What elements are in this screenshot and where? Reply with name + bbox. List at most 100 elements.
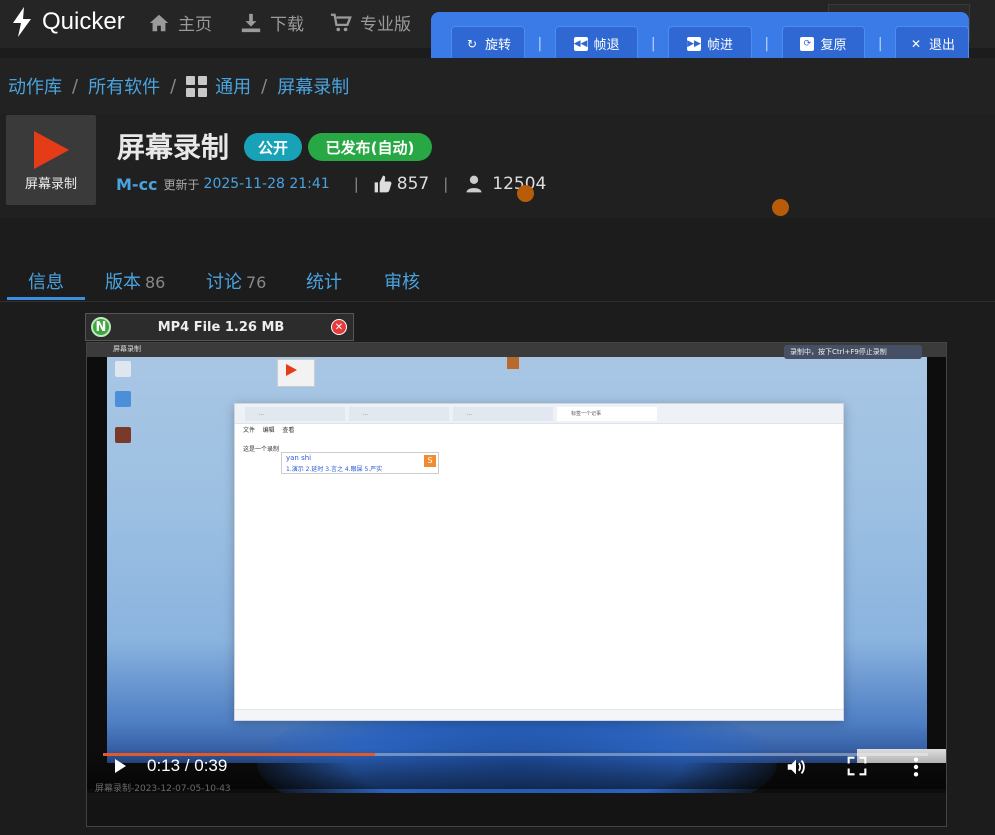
toolbar-separator: | xyxy=(764,35,770,52)
action-header: 屏幕录制 屏幕录制 公开 已发布(自动) M-cc 更新于 2025-11-28… xyxy=(0,114,995,218)
likes-count: 857 xyxy=(396,174,430,194)
tab-stats-label: 统计 xyxy=(306,272,342,293)
brand-logo-link[interactable]: Quicker xyxy=(10,6,125,38)
cart-icon xyxy=(330,13,352,31)
nav-download[interactable]: 下载 xyxy=(240,10,304,35)
author-link[interactable]: M-cc xyxy=(116,175,158,194)
ime-candidate-box: yan shi 1.演示 2.延时 3.言之 4.眼屎 5.严实 S xyxy=(281,452,439,474)
frame-back-label: 帧退 xyxy=(593,38,620,53)
more-options-icon[interactable] xyxy=(909,756,923,778)
breadcrumb-separator: / xyxy=(170,75,177,97)
notepad-menu-item: 查看 xyxy=(282,427,295,434)
reset-label: 复原 xyxy=(820,38,847,53)
nav-home[interactable]: 主页 xyxy=(148,10,212,35)
breadcrumb-general[interactable]: 通用 xyxy=(215,73,251,99)
brand-name: Quicker xyxy=(42,8,125,35)
desktop-icon xyxy=(115,427,131,443)
fast-forward-icon: ▶▶ xyxy=(686,36,701,51)
tab-stats[interactable]: 统计 xyxy=(306,268,342,294)
video-player[interactable]: … … … 标签一个记事 文件 编辑 查看 这是一个录制 yan shi 1.演… xyxy=(86,342,947,827)
tab-info-label: 信息 xyxy=(28,272,64,293)
play-icon xyxy=(34,131,69,169)
notepad-tab: … xyxy=(349,407,449,421)
rotate-label: 旋转 xyxy=(484,38,511,53)
frame-back-button[interactable]: ◀◀ 帧退 xyxy=(554,25,639,62)
time-display: 0:13 / 0:39 xyxy=(147,756,228,775)
active-tab-indicator xyxy=(7,297,85,300)
breadcrumb-action-library[interactable]: 动作库 xyxy=(8,73,62,99)
close-icon[interactable]: ✕ xyxy=(331,319,347,335)
tab-review[interactable]: 审核 xyxy=(384,268,420,294)
video-window-title: 屏幕录制 xyxy=(113,345,141,353)
notepad-text: 这是一个录制 xyxy=(243,446,280,453)
progress-fill xyxy=(103,753,376,756)
fullscreen-icon[interactable] xyxy=(847,756,867,776)
breadcrumb-all-software[interactable]: 所有软件 xyxy=(88,73,160,99)
toolbar-separator: | xyxy=(537,35,543,52)
video-frame: … … … 标签一个记事 文件 编辑 查看 这是一个录制 yan shi 1.演… xyxy=(107,353,946,826)
published-badge: 已发布(自动) xyxy=(308,133,432,161)
tab-discussion-count: 76 xyxy=(246,273,267,292)
notepad-tab-active: 标签一个记事 xyxy=(557,407,657,421)
tab-info[interactable]: 信息 xyxy=(28,268,64,294)
recording-notice: 录制中，按下Ctrl+F9停止录制 xyxy=(784,345,922,359)
rewind-icon: ◀◀ xyxy=(573,36,588,51)
reset-button[interactable]: ⟳ 复原 xyxy=(781,25,866,62)
notepad-tab-bar: … … … 标签一个记事 xyxy=(235,404,843,424)
meta-divider: | xyxy=(353,175,359,193)
breadcrumb: 动作库 / 所有软件 / 通用 / 屏幕录制 xyxy=(0,58,995,114)
tab-versions-count: 86 xyxy=(145,273,166,292)
nav-pro[interactable]: 专业版 xyxy=(330,10,411,35)
breadcrumb-separator: / xyxy=(72,75,79,97)
frame-forward-button[interactable]: ▶▶ 帧进 xyxy=(668,25,752,62)
user-icon xyxy=(466,175,482,193)
detail-tabs: 信息 版本 86 讨论 76 统计 审核 xyxy=(0,258,995,302)
nav-download-label: 下载 xyxy=(270,15,304,35)
notepad-menu-item: 编辑 xyxy=(262,427,275,434)
notepad-menu: 文件 编辑 查看 xyxy=(235,424,843,438)
desktop-icon xyxy=(115,361,131,377)
file-type-icon: N xyxy=(91,317,111,337)
file-name: MP4 File 1.26 MB xyxy=(157,319,285,335)
exit-button[interactable]: ✕ 退出 xyxy=(895,25,969,62)
ime-pinyin: yan shi xyxy=(286,454,312,462)
updated-date: 2025-11-28 21:41 xyxy=(203,176,330,192)
notepad-tab: … xyxy=(245,407,345,421)
home-icon xyxy=(149,14,169,31)
file-attachment[interactable]: N MP4 File 1.26 MB ✕ xyxy=(85,313,354,341)
public-badge: 公开 xyxy=(244,133,302,161)
updated-label: 更新于 xyxy=(163,177,200,192)
meta-divider: | xyxy=(443,175,449,193)
tab-discussion[interactable]: 讨论 76 xyxy=(206,268,266,294)
rotate-icon: ↻ xyxy=(466,36,478,51)
nav-pro-label: 专业版 xyxy=(360,15,411,35)
tab-versions-label: 版本 xyxy=(105,272,141,293)
recycle-bin-icon xyxy=(115,391,131,407)
action-icon-label: 屏幕录制 xyxy=(24,177,77,192)
tab-versions[interactable]: 版本 86 xyxy=(105,268,165,294)
action-icon: 屏幕录制 xyxy=(6,115,96,205)
action-meta: M-cc 更新于 2025-11-28 21:41 | 857 | 12504 xyxy=(116,172,546,196)
breadcrumb-separator: / xyxy=(261,75,268,97)
notepad-menu-item: 文件 xyxy=(243,427,256,434)
thumbs-up-icon[interactable] xyxy=(373,174,393,194)
breadcrumb-screen-record[interactable]: 屏幕录制 xyxy=(277,73,349,99)
cursor-marker xyxy=(517,185,534,202)
toolbar-separator: | xyxy=(650,35,656,52)
play-icon[interactable] xyxy=(115,759,126,773)
volume-icon[interactable] xyxy=(785,756,807,778)
tab-discussion-label: 讨论 xyxy=(206,272,242,293)
action-title: 屏幕录制 xyxy=(117,131,230,164)
exit-label: 退出 xyxy=(928,38,955,53)
video-bottom-bar xyxy=(87,793,946,826)
rotate-button[interactable]: ↻ 旋转 xyxy=(451,25,525,62)
sogou-icon: S xyxy=(424,455,436,467)
desktop-icon xyxy=(507,357,519,369)
notepad-window: … … … 标签一个记事 文件 编辑 查看 这是一个录制 yan shi 1.演… xyxy=(234,403,844,721)
grid-icon xyxy=(186,75,208,97)
lightning-icon xyxy=(13,7,31,37)
download-icon xyxy=(241,13,261,32)
refresh-icon: ⟳ xyxy=(800,36,815,51)
notepad-tab: … xyxy=(453,407,553,421)
notepad-status-bar xyxy=(235,709,843,720)
